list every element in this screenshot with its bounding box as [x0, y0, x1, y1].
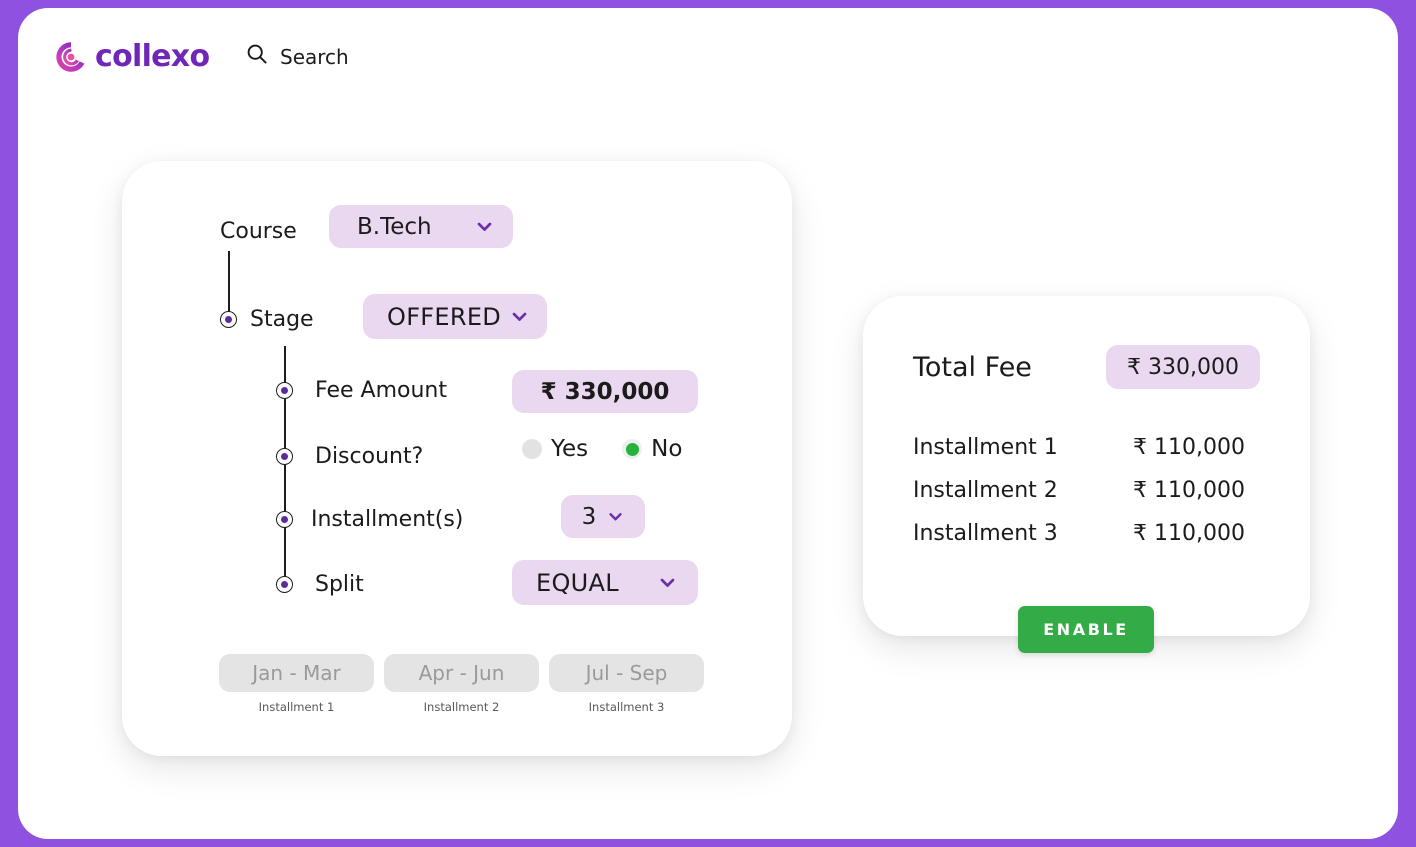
fee-configuration-card: Course B.Tech Stage OFFERED: [122, 161, 792, 756]
installments-dropdown-value: 3: [582, 504, 597, 530]
chevron-down-icon: [607, 508, 624, 525]
installment-2-amount: ₹ 110,000: [1133, 478, 1245, 503]
installment-1-amount: ₹ 110,000: [1133, 435, 1245, 460]
split-dropdown-value: EQUAL: [536, 569, 619, 597]
quarter-item: Jul - Sep Installment 3: [549, 654, 704, 714]
brand-wordmark: collexo: [95, 39, 209, 74]
quarter-item: Apr - Jun Installment 2: [384, 654, 539, 714]
label-split: Split: [315, 572, 364, 597]
search-icon: [246, 43, 268, 70]
course-dropdown-value: B.Tech: [357, 214, 432, 240]
tree-node-stage: [220, 311, 237, 328]
installment-3-amount: ₹ 110,000: [1133, 521, 1245, 546]
radio-selected-icon: [622, 439, 642, 459]
page-surface: collexo Search: [18, 8, 1398, 839]
discount-radio-group: Yes No: [522, 436, 682, 462]
enable-button[interactable]: ENABLE: [1018, 606, 1154, 653]
total-fee-value: ₹ 330,000: [1127, 355, 1239, 380]
quarter-strip: Jan - Mar Installment 1 Apr - Jun Instal…: [219, 654, 704, 714]
row-split: Split: [315, 562, 364, 606]
brand-logo[interactable]: collexo: [54, 39, 209, 74]
installment-3-name: Installment 3: [913, 521, 1058, 546]
stage-dropdown-value: OFFERED: [387, 303, 501, 331]
discount-option-no-label: No: [651, 436, 682, 462]
tree-node-split: [276, 576, 293, 593]
tree-node-fee-amount: [276, 382, 293, 399]
quarter-item: Jan - Mar Installment 1: [219, 654, 374, 714]
app-frame: collexo Search: [0, 0, 1416, 847]
label-fee-amount: Fee Amount: [315, 378, 447, 403]
stage-dropdown[interactable]: OFFERED: [363, 294, 547, 339]
list-item: Installment 3 ₹ 110,000: [913, 521, 1245, 564]
chevron-down-icon: [510, 307, 529, 326]
split-dropdown[interactable]: EQUAL: [512, 560, 698, 605]
row-stage: Stage: [250, 297, 314, 341]
search-label: Search: [280, 45, 349, 69]
tree-node-installments: [276, 511, 293, 528]
fee-amount-value: ₹ 330,000: [541, 379, 670, 405]
row-discount: Discount?: [315, 434, 423, 478]
discount-option-no[interactable]: No: [622, 436, 682, 462]
quarter-chip-2[interactable]: Apr - Jun: [384, 654, 539, 692]
quarter-chip-3[interactable]: Jul - Sep: [549, 654, 704, 692]
label-course: Course: [220, 219, 297, 244]
total-fee-value-pill: ₹ 330,000: [1106, 345, 1260, 389]
quarter-chip-2-caption: Installment 2: [424, 700, 500, 714]
installment-list: Installment 1 ₹ 110,000 Installment 2 ₹ …: [913, 435, 1245, 564]
quarter-chip-3-range: Jul - Sep: [586, 661, 668, 685]
radio-unselected-icon: [522, 439, 542, 459]
label-installments: Installment(s): [311, 507, 463, 532]
fee-summary-card: Total Fee ₹ 330,000 Installment 1 ₹ 110,…: [863, 296, 1310, 636]
quarter-chip-1[interactable]: Jan - Mar: [219, 654, 374, 692]
list-item: Installment 1 ₹ 110,000: [913, 435, 1245, 478]
chevron-down-icon: [658, 573, 677, 592]
installment-1-name: Installment 1: [913, 435, 1058, 460]
row-fee-amount: Fee Amount: [315, 368, 447, 412]
quarter-chip-2-range: Apr - Jun: [419, 661, 505, 685]
total-fee-row: Total Fee ₹ 330,000: [913, 345, 1260, 389]
installments-dropdown[interactable]: 3: [561, 495, 645, 538]
fee-amount-field[interactable]: ₹ 330,000: [512, 370, 698, 413]
discount-option-yes-label: Yes: [551, 436, 588, 462]
search-button[interactable]: Search: [246, 43, 349, 70]
course-dropdown[interactable]: B.Tech: [329, 205, 513, 248]
top-bar: collexo Search: [18, 8, 1398, 118]
label-discount: Discount?: [315, 444, 423, 469]
discount-option-yes[interactable]: Yes: [522, 436, 588, 462]
list-item: Installment 2 ₹ 110,000: [913, 478, 1245, 521]
tree-connector-upper: [228, 251, 230, 318]
row-course: Course: [220, 209, 297, 253]
quarter-chip-1-range: Jan - Mar: [252, 661, 341, 685]
total-fee-label: Total Fee: [913, 352, 1032, 383]
quarter-chip-1-caption: Installment 1: [259, 700, 335, 714]
installment-2-name: Installment 2: [913, 478, 1058, 503]
chevron-down-icon: [475, 217, 494, 236]
tree-node-discount: [276, 448, 293, 465]
row-installments: Installment(s): [311, 497, 463, 541]
collexo-circular-c-logo-icon: [54, 40, 88, 74]
quarter-chip-3-caption: Installment 3: [589, 700, 665, 714]
label-stage: Stage: [250, 307, 314, 332]
